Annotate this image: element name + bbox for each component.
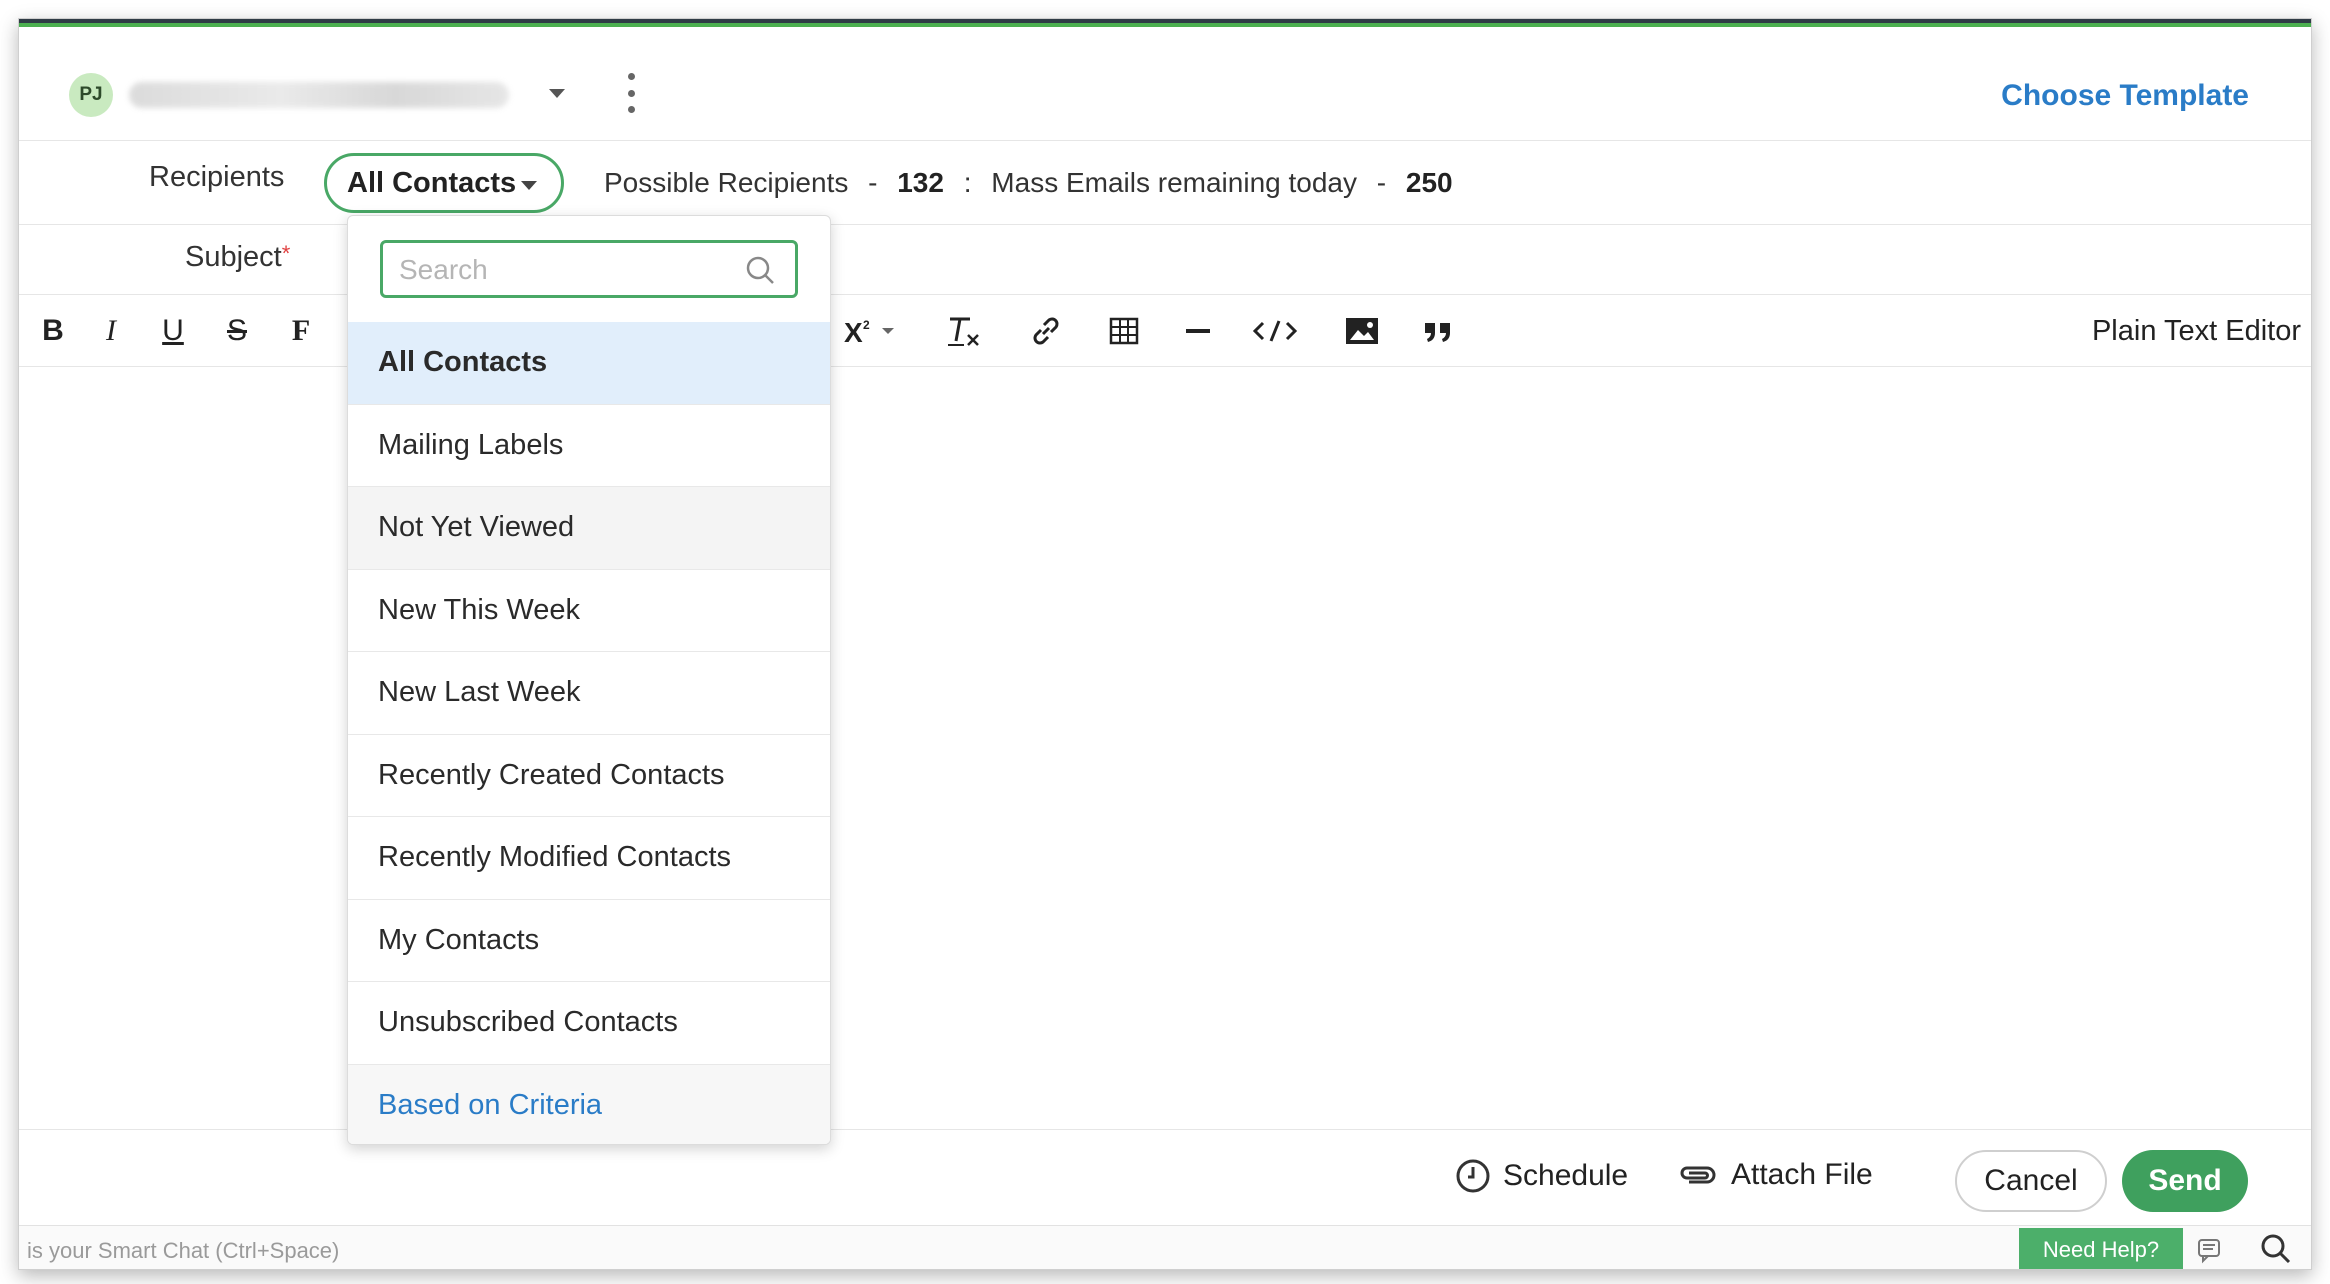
dropdown-option-new-last-week[interactable]: New Last Week <box>348 652 830 735</box>
dropdown-option-all-contacts[interactable]: All Contacts <box>348 322 830 405</box>
attach-file-button[interactable]: Attach File <box>1677 1158 1873 1192</box>
dropdown-option-new-this-week[interactable]: New This Week <box>348 569 830 652</box>
clear-format-icon[interactable] <box>939 295 989 367</box>
dropdown-option-not-yet-viewed[interactable]: Not Yet Viewed <box>348 487 830 570</box>
need-help-button[interactable]: Need Help? <box>2019 1228 2183 1269</box>
avatar[interactable]: PJ <box>69 73 113 117</box>
email-composer-window: PJ Choose Template Recipients All Contac… <box>18 18 2312 1270</box>
dropdown-search[interactable] <box>380 240 798 298</box>
choose-template-link[interactable]: Choose Template <box>2001 79 2249 113</box>
search-icon[interactable] <box>745 255 777 292</box>
from-address-redacted[interactable] <box>129 82 509 108</box>
subject-label-text: Subject <box>185 241 282 273</box>
superscript-icon[interactable]: X2 <box>837 295 907 367</box>
possible-recipients-label: Possible Recipients <box>604 167 849 198</box>
image-icon[interactable] <box>1337 295 1387 367</box>
dropdown-option-based-on-criteria[interactable]: Based on Criteria <box>348 1064 830 1144</box>
mass-emails-label: Mass Emails remaining today <box>991 167 1357 198</box>
schedule-label: Schedule <box>1503 1159 1629 1192</box>
smart-chat-input[interactable]: is your Smart Chat (Ctrl+Space) <box>27 1238 339 1264</box>
dropdown-option-unsubscribed[interactable]: Unsubscribed Contacts <box>348 982 830 1065</box>
required-marker: * <box>281 241 291 266</box>
recipients-dropdown: All Contacts Mailing Labels Not Yet View… <box>347 215 831 1145</box>
recipients-select[interactable]: All Contacts <box>324 153 564 213</box>
dropdown-search-input[interactable] <box>399 253 729 287</box>
svg-text:2: 2 <box>863 318 870 332</box>
link-icon[interactable] <box>1021 295 1071 367</box>
horizontal-rule-icon[interactable] <box>1173 295 1223 367</box>
mass-emails-count: 250 <box>1405 167 1453 198</box>
dropdown-option-recently-created[interactable]: Recently Created Contacts <box>348 734 830 817</box>
plain-text-editor-toggle[interactable]: Plain Text Editor <box>2092 315 2301 348</box>
blockquote-icon[interactable] <box>1413 295 1463 367</box>
svg-text:X: X <box>844 317 863 346</box>
subject-label: Subject* <box>185 241 290 274</box>
top-accent-bar <box>19 19 2311 27</box>
smart-chat-bar: is your Smart Chat (Ctrl+Space) Need Hel… <box>19 1225 2311 1269</box>
more-options-icon[interactable] <box>623 73 639 113</box>
recipients-label: Recipients <box>149 161 285 193</box>
dropdown-option-mailing-labels[interactable]: Mailing Labels <box>348 404 830 487</box>
chat-icon[interactable] <box>2195 1234 2225 1269</box>
dropdown-options: All Contacts Mailing Labels Not Yet View… <box>348 322 830 1144</box>
recipients-select-value: All Contacts <box>347 166 517 199</box>
send-button[interactable]: Send <box>2122 1150 2248 1212</box>
possible-recipients-count: 132 <box>897 167 944 198</box>
chevron-down-icon[interactable] <box>549 89 565 98</box>
chevron-down-icon <box>521 181 537 190</box>
recipients-row: Recipients All Contacts Possible Recipie… <box>19 141 2311 225</box>
schedule-button[interactable]: Schedule <box>1455 1158 1628 1194</box>
italic-button[interactable]: I <box>91 295 131 367</box>
dropdown-option-my-contacts[interactable]: My Contacts <box>348 899 830 982</box>
code-icon[interactable] <box>1245 295 1305 367</box>
paperclip-icon <box>1680 1166 1716 1184</box>
recipients-info: Possible Recipients - 132 : Mass Emails … <box>604 167 1453 198</box>
table-icon[interactable] <box>1099 295 1149 367</box>
attach-file-label: Attach File <box>1731 1158 1873 1191</box>
composer-header: PJ Choose Template <box>19 27 2311 141</box>
search-icon[interactable] <box>2259 1232 2293 1269</box>
underline-button[interactable]: U <box>153 295 193 367</box>
strikethrough-button[interactable]: S <box>217 295 257 367</box>
bold-button[interactable]: B <box>33 295 73 367</box>
clock-icon <box>1456 1159 1490 1193</box>
cancel-button[interactable]: Cancel <box>1955 1150 2107 1212</box>
font-button[interactable]: F <box>281 295 321 367</box>
dropdown-option-recently-modified[interactable]: Recently Modified Contacts <box>348 817 830 900</box>
